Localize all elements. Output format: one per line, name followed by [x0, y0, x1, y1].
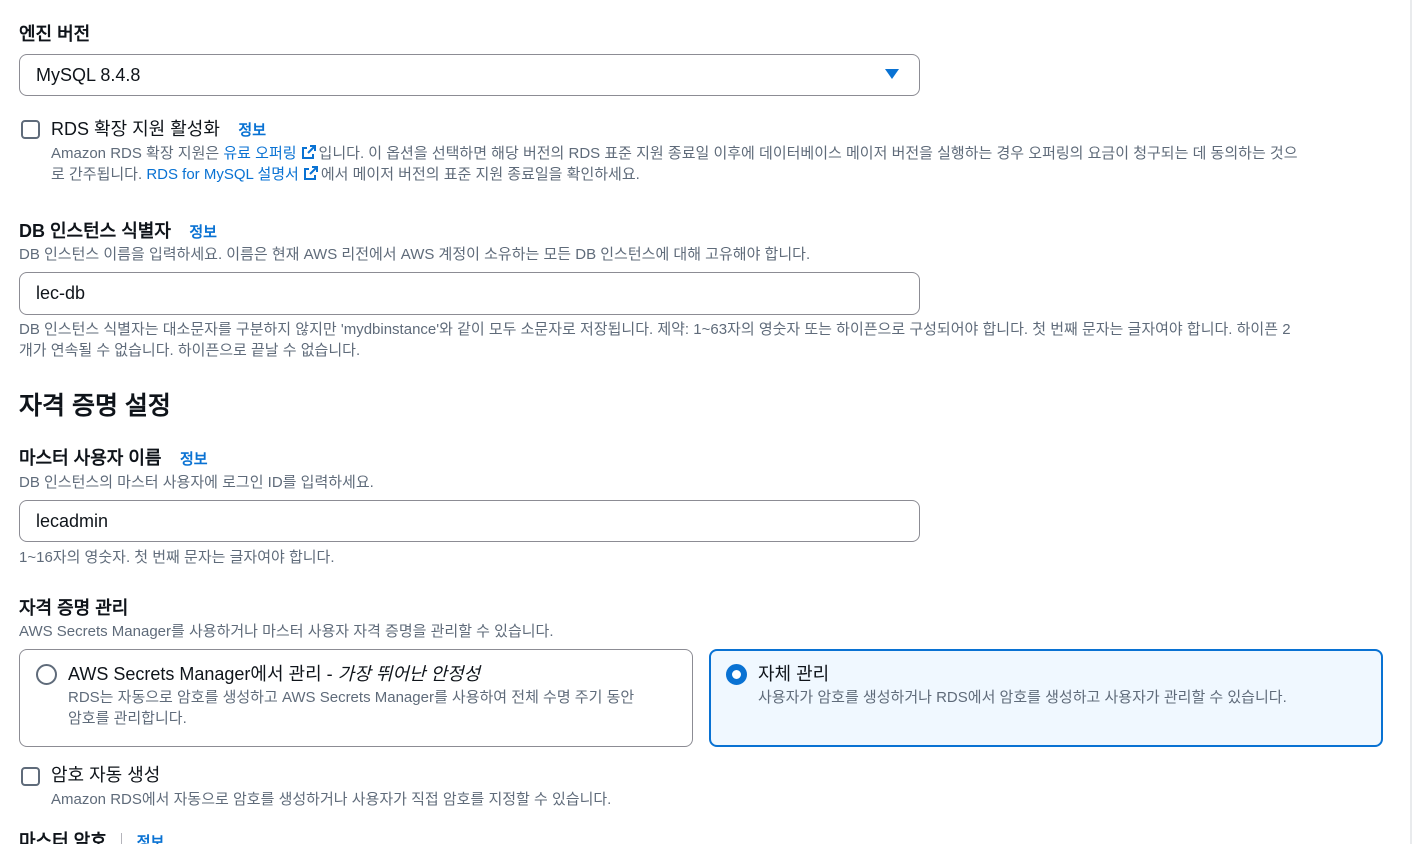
rds-create-db-form: 엔진 버전 MySQL 8.4.8 RDS 확장 지원 활성화 정보 Amazo…: [0, 0, 1416, 844]
extended-support-desc-line1: Amazon RDS 확장 지원은 유료 오퍼링 입니다. 이 옵션을 선택하면 …: [51, 143, 1396, 164]
master-password-info-link[interactable]: 정보: [137, 834, 165, 844]
db-identifier-info-link[interactable]: 정보: [189, 224, 217, 241]
self-managed-radio[interactable]: [726, 664, 747, 685]
master-username-description: DB 인스턴스의 마스터 사용자에 로그인 ID를 입력하세요.: [19, 474, 374, 491]
extended-support-description: Amazon RDS 확장 지원은 유료 오퍼링 입니다. 이 옵션을 선택하면 …: [51, 143, 1396, 185]
master-username-value: lecadmin: [36, 510, 109, 531]
paid-offering-link[interactable]: 유료 오퍼링: [223, 145, 296, 162]
db-identifier-constraint-hint: DB 인스턴스 식별자는 대소문자를 구분하지 않지만 'mydbinstanc…: [19, 319, 1399, 361]
scrollbar-track[interactable]: [1410, 0, 1412, 844]
rds-mysql-docs-link[interactable]: RDS for MySQL 설명서: [146, 166, 299, 183]
secrets-manager-option-desc: RDS는 자동으로 암호를 생성하고 AWS Secrets Manager를 …: [68, 687, 634, 729]
master-username-info-link[interactable]: 정보: [180, 451, 208, 468]
auto-password-description: Amazon RDS에서 자동으로 암호를 생성하거나 사용자가 직접 암호를 …: [51, 791, 612, 808]
master-username-label-row: 마스터 사용자 이름 정보: [19, 446, 208, 470]
option-title-italic: 가장 뛰어난 안정성: [337, 664, 481, 684]
divider: [121, 833, 123, 844]
secrets-manager-option-card[interactable]: AWS Secrets Manager에서 관리 - 가장 뛰어난 안정성 RD…: [19, 649, 693, 747]
caret-down-icon: [885, 69, 899, 79]
db-identifier-label: DB 인스턴스 식별자: [19, 221, 171, 241]
extended-support-label: RDS 확장 지원 활성화: [51, 119, 220, 139]
extended-support-info-link[interactable]: 정보: [238, 122, 266, 139]
self-managed-option-desc: 사용자가 암호를 생성하거나 RDS에서 암호를 생성하고 사용자가 관리할 수…: [758, 689, 1287, 706]
engine-version-select[interactable]: MySQL 8.4.8: [19, 54, 920, 96]
master-username-hint: 1~16자의 영숫자. 첫 번째 문자는 글자여야 합니다.: [19, 549, 335, 566]
desc-text: Amazon RDS 확장 지원은: [51, 145, 224, 162]
extended-support-checkbox[interactable]: [21, 120, 40, 139]
option-desc-line: RDS는 자동으로 암호를 생성하고 AWS Secrets Manager를 …: [68, 689, 635, 706]
secrets-manager-option-title: AWS Secrets Manager에서 관리 - 가장 뛰어난 안정성: [68, 662, 480, 686]
secrets-manager-radio[interactable]: [36, 664, 57, 685]
master-username-input[interactable]: lecadmin: [19, 500, 920, 542]
db-identifier-value: lec-db: [36, 283, 86, 303]
hint-line: DB 인스턴스 식별자는 대소문자를 구분하지 않지만 'mydbinstanc…: [19, 321, 1291, 338]
credentials-section-title: 자격 증명 설정: [19, 392, 171, 420]
engine-version-value: MySQL 8.4.8: [36, 64, 141, 85]
option-title-text: AWS Secrets Manager에서 관리 -: [68, 664, 338, 684]
option-desc-line: 암호를 관리합니다.: [68, 710, 187, 727]
self-managed-option-card[interactable]: 자체 관리 사용자가 암호를 생성하거나 RDS에서 암호를 생성하고 사용자가…: [709, 649, 1383, 747]
auto-password-checkbox[interactable]: [21, 767, 40, 786]
db-identifier-description: DB 인스턴스 이름을 입력하세요. 이름은 현재 AWS 리전에서 AWS 계…: [19, 246, 811, 263]
engine-version-label: 엔진 버전: [19, 24, 91, 44]
credential-management-description: AWS Secrets Manager를 사용하거나 마스터 사용자 자격 증명…: [19, 623, 554, 640]
external-link-icon: [301, 145, 316, 159]
self-managed-option-title: 자체 관리: [758, 664, 830, 684]
desc-text: 로 간주됩니다.: [51, 166, 147, 183]
extended-support-desc-line2: 로 간주됩니다. RDS for MySQL 설명서 에서 메이저 버전의 표준 …: [51, 164, 1396, 185]
hint-line: 개가 연속될 수 없습니다. 하이픈으로 끝날 수 없습니다.: [19, 342, 361, 359]
master-password-label-row: 마스터 암호 정보: [19, 829, 164, 844]
master-password-label: 마스터 암호: [19, 831, 107, 844]
db-identifier-label-row: DB 인스턴스 식별자 정보: [19, 219, 217, 243]
auto-password-label: 암호 자동 생성: [51, 765, 161, 785]
db-identifier-input[interactable]: lec-db: [19, 272, 920, 315]
credential-management-label: 자격 증명 관리: [19, 598, 129, 618]
desc-text: 입니다. 이 옵션을 선택하면 해당 버전의 RDS 표준 지원 종료일 이후에…: [318, 145, 1298, 162]
extended-support-label-row: RDS 확장 지원 활성화 정보: [51, 117, 266, 141]
desc-text: 에서 메이저 버전의 표준 지원 종료일을 확인하세요.: [320, 166, 640, 183]
master-username-label: 마스터 사용자 이름: [19, 448, 162, 468]
external-link-icon: [303, 166, 318, 180]
